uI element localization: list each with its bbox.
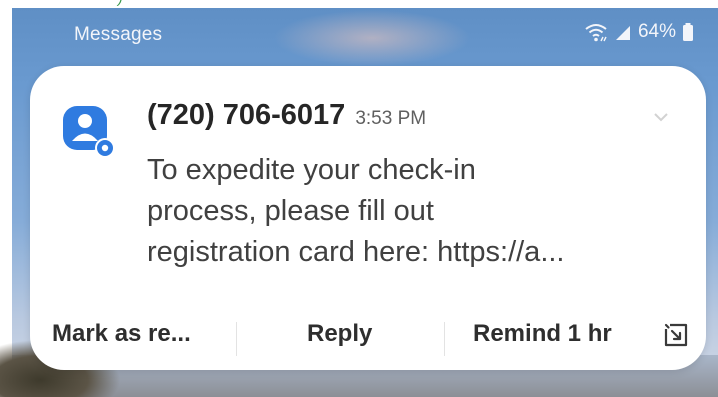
signal-icon	[614, 23, 632, 41]
contact-icon	[63, 106, 115, 158]
sender-number: (720) 706-6017	[147, 99, 346, 131]
action-divider	[444, 322, 445, 356]
notification-card[interactable]: (720) 706-6017 3:53 PM To expedite your …	[30, 66, 706, 370]
message-body: To expedite your check-in process, pleas…	[147, 150, 667, 273]
wifi-icon	[584, 22, 608, 42]
mark-as-read-button[interactable]: Mark as re...	[52, 320, 191, 348]
remind-button[interactable]: Remind 1 hr	[473, 320, 612, 348]
top-strip-mark: )	[118, 0, 123, 5]
chevron-down-icon[interactable]	[652, 110, 670, 122]
notification-time: 3:53 PM	[355, 108, 427, 129]
message-line: To expedite your check-in	[147, 154, 476, 186]
status-indicators: 64%	[584, 21, 694, 43]
action-bar: Mark as re... Reply Remind 1 hr	[30, 306, 706, 362]
notification-header: (720) 706-6017 3:53 PM	[147, 99, 426, 132]
top-strip: )	[0, 0, 718, 8]
message-line: process, please fill out	[147, 195, 434, 227]
battery-icon	[682, 22, 694, 42]
status-bar: Messages 64%	[12, 8, 718, 52]
battery-percent: 64%	[637, 21, 676, 42]
status-app-name: Messages	[74, 24, 163, 45]
snooze-icon[interactable]	[661, 320, 691, 350]
message-line: registration card here: https://a...	[147, 236, 565, 268]
reply-button[interactable]: Reply	[307, 320, 372, 348]
action-divider	[236, 322, 237, 356]
